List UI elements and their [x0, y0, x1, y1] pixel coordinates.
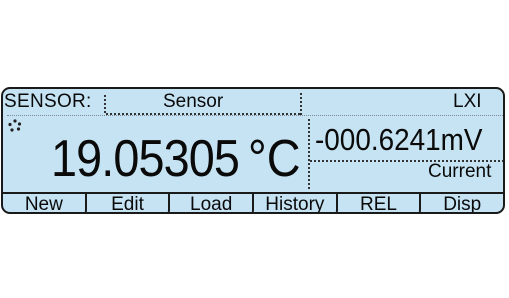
softkey-rel[interactable]: REL [338, 194, 422, 212]
lxi-indicator: LXI [453, 91, 482, 112]
softkey-history[interactable]: History [254, 194, 338, 212]
softkey-edit[interactable]: Edit [87, 194, 171, 212]
mode-label: SENSOR: [4, 91, 92, 112]
secondary-reading-label: Current [428, 161, 492, 182]
trigger-indicator-icon [6, 117, 24, 135]
softkey-bar: New Edit Load History REL Disp [3, 192, 503, 212]
sensor-label: Sensor [163, 91, 224, 112]
softkey-load[interactable]: Load [170, 194, 255, 212]
divider [7, 115, 503, 116]
secondary-reading-value: -000.6241mV [315, 122, 483, 157]
divider [104, 95, 106, 113]
divider [300, 93, 302, 115]
softkey-new[interactable]: New [3, 194, 87, 212]
softkey-disp[interactable]: Disp [421, 194, 503, 212]
primary-reading-unit: °C [248, 130, 301, 188]
instrument-display: SENSOR: Sensor LXI 19.05305 °C -000.6241… [1, 87, 505, 214]
divider [308, 119, 310, 189]
primary-reading-value: 19.05305 [51, 130, 240, 188]
